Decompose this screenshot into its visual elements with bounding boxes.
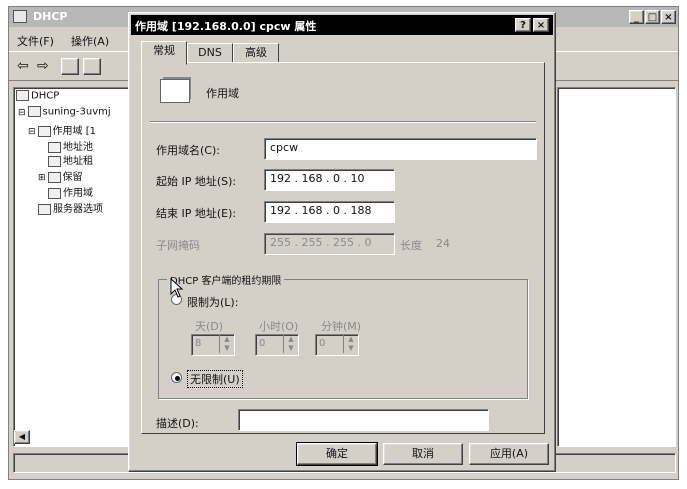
unlimited-radio[interactable] — [171, 372, 182, 383]
dialog-title-bar: 作用域 [192.168.0.0] cpcw 属性 ? × — [131, 15, 553, 35]
scroll-left-arrow-icon[interactable]: ◀ — [14, 430, 30, 444]
apply-button[interactable]: 应用(A) — [469, 443, 549, 465]
dialog-close-button[interactable]: × — [533, 18, 549, 32]
scope-name-label: 作用域名(C): — [156, 144, 220, 157]
hours-label: 小时(O) — [259, 320, 299, 333]
mouse-cursor-icon — [170, 278, 184, 298]
tree-item-reservations[interactable]: ⊞ 保留 — [38, 168, 83, 183]
scope-options-icon — [48, 187, 61, 199]
minimize-button[interactable]: _ — [629, 10, 644, 24]
start-ip-input[interactable]: 192 . 168 . 0 . 10 — [264, 169, 395, 191]
details-pane — [557, 87, 676, 447]
folder-icon — [37, 125, 51, 137]
description-input[interactable] — [238, 409, 489, 431]
header-label: 作用域 — [206, 87, 239, 100]
tree-item-address-pool[interactable]: 地址池 — [48, 138, 93, 153]
back-arrow-icon[interactable]: ⇦ — [17, 58, 29, 74]
spin-arrows-icon[interactable]: ▲ ▼ — [343, 335, 358, 353]
description-label: 描述(D): — [156, 417, 199, 430]
address-pool-icon — [48, 141, 61, 153]
minutes-label: 分钟(M) — [321, 320, 362, 333]
menu-file[interactable]: 文件(F) — [17, 33, 54, 49]
spin-arrows-icon[interactable]: ▲ ▼ — [283, 335, 298, 353]
lease-duration-group: DHCP 客户端的租约期限 限制为(L): 天(D) 小时(O) 分钟(M) 8… — [158, 272, 528, 399]
end-ip-input[interactable]: 192 . 168 . 0 . 188 — [264, 201, 395, 223]
collapse-box-icon[interactable]: ⊟ — [28, 127, 36, 137]
spin-arrows-icon[interactable]: ▲ ▼ — [219, 335, 234, 353]
dialog-title: 作用域 [192.168.0.0] cpcw 属性 — [135, 20, 317, 33]
unlimited-label: 无限制(U) — [187, 370, 243, 388]
tree-item-scope[interactable]: ⊟ 作用域 [1 — [28, 122, 96, 137]
expand-box-icon[interactable]: ⊞ — [38, 173, 46, 183]
lease-group-title: DHCP 客户端的租约期限 — [167, 272, 285, 287]
menu-action[interactable]: 操作(A) — [71, 33, 109, 49]
up-level-icon[interactable] — [61, 58, 79, 75]
tree-item-server-options[interactable]: 服务器选项 — [38, 200, 103, 215]
tree-item-dhcp[interactable]: DHCP — [16, 90, 59, 102]
tree-item-scope-options[interactable]: 作用域 — [48, 184, 93, 199]
limited-label: 限制为(L): — [187, 296, 239, 309]
reservation-icon — [47, 171, 61, 183]
cancel-button[interactable]: 取消 — [383, 443, 463, 465]
folder-icon — [160, 79, 190, 103]
length-value: 24 — [436, 237, 450, 250]
dhcp-app-icon — [13, 10, 27, 23]
scope-properties-dialog: 作用域 [192.168.0.0] cpcw 属性 ? × 常规 DNS 高级 … — [128, 12, 556, 472]
address-lease-icon — [48, 155, 61, 167]
close-button[interactable]: × — [661, 10, 676, 24]
end-ip-label: 结束 IP 地址(E): — [156, 207, 237, 220]
tab-general[interactable]: 常规 — [141, 41, 187, 65]
dhcp-icon — [16, 90, 29, 101]
show-tree-icon[interactable] — [83, 58, 101, 75]
length-label: 长度 — [400, 239, 422, 252]
radio-dot-icon — [175, 376, 180, 381]
hours-stepper[interactable]: 0 ▲ ▼ — [255, 334, 299, 356]
minutes-stepper[interactable]: 0 ▲ ▼ — [315, 334, 359, 356]
server-icon — [27, 106, 41, 117]
server-options-icon — [38, 203, 51, 215]
help-button[interactable]: ? — [515, 18, 531, 32]
ok-button[interactable]: 确定 — [296, 442, 378, 466]
tree-item-server[interactable]: ⊟ suning-3uvmj — [18, 106, 111, 118]
days-label: 天(D) — [195, 320, 224, 333]
tree-pane: DHCP ⊟ suning-3uvmj ⊟ 作用域 [1 地址池 地址租 ⊞ 保留 作… — [13, 87, 145, 447]
separator — [150, 121, 536, 122]
subnet-mask-input: 255 . 255 . 255 . 0 — [264, 233, 395, 255]
tree-item-address-leases[interactable]: 地址租 — [48, 152, 93, 167]
main-title: DHCP — [33, 10, 68, 23]
collapse-box-icon[interactable]: ⊟ — [18, 108, 26, 118]
start-ip-label: 起始 IP 地址(S): — [156, 175, 237, 188]
general-tab-panel: 作用域 作用域名(C): cpcw 起始 IP 地址(S): 192 . 168… — [141, 62, 545, 434]
days-stepper[interactable]: 8 ▲ ▼ — [191, 334, 235, 356]
subnet-mask-label: 子网掩码 — [156, 239, 200, 252]
maximize-button[interactable]: □ — [645, 10, 660, 24]
forward-arrow-icon[interactable]: ⇨ — [37, 58, 49, 74]
scope-name-input[interactable]: cpcw — [264, 138, 537, 160]
